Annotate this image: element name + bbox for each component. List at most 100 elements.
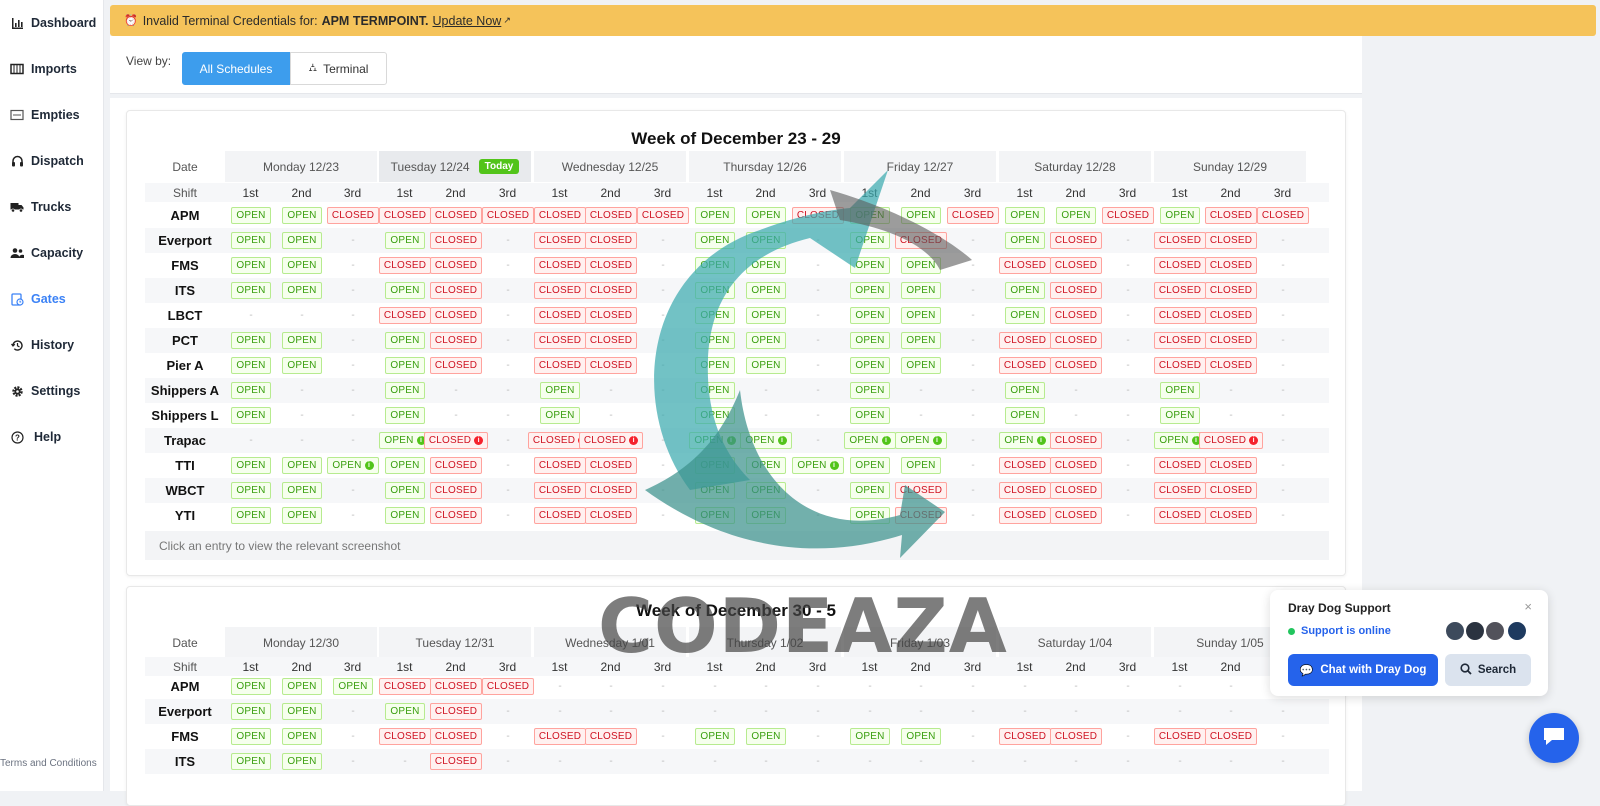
open-status-tag[interactable]: OPEN (695, 232, 735, 249)
open-status-tag[interactable]: OPEN (540, 407, 580, 424)
open-status-tag[interactable]: OPEN (231, 678, 271, 695)
closed-status-tag[interactable]: CLOSED (1153, 307, 1207, 324)
closed-status-tag[interactable]: CLOSED (533, 728, 587, 745)
closed-status-tag[interactable]: CLOSED (584, 457, 638, 474)
open-status-tag[interactable]: OPEN (695, 307, 735, 324)
open-status-tag[interactable]: OPEN (850, 728, 890, 745)
closed-status-tag[interactable]: CLOSED (429, 307, 483, 324)
open-status-tag[interactable]: OPEN (901, 257, 941, 274)
open-status-tag[interactable]: OPEN (850, 357, 890, 374)
open-status-tag[interactable]: OPEN (746, 482, 786, 499)
open-status-tag[interactable]: OPEN i (379, 432, 431, 449)
open-status-tag[interactable]: OPEN (695, 357, 735, 374)
open-status-tag[interactable]: OPEN i (1154, 432, 1206, 449)
open-status-tag[interactable]: OPEN (850, 332, 890, 349)
open-status-tag[interactable]: OPEN (695, 207, 735, 224)
open-status-tag[interactable]: OPEN (282, 728, 322, 745)
closed-status-tag[interactable]: CLOSED (1049, 507, 1103, 524)
closed-status-tag[interactable]: CLOSED (429, 507, 483, 524)
open-status-tag[interactable]: OPEN (850, 307, 890, 324)
open-status-tag[interactable]: OPEN (850, 507, 890, 524)
closed-status-tag[interactable]: CLOSED (1049, 307, 1103, 324)
open-status-tag[interactable]: OPEN (231, 357, 271, 374)
open-status-tag[interactable]: OPEN (540, 382, 580, 399)
open-status-tag[interactable]: OPEN (282, 282, 322, 299)
closed-status-tag[interactable]: CLOSED (1204, 507, 1258, 524)
open-status-tag[interactable]: OPEN (385, 232, 425, 249)
open-status-tag[interactable]: OPEN (231, 482, 271, 499)
open-status-tag[interactable]: OPEN (385, 482, 425, 499)
closed-status-tag[interactable]: CLOSED (998, 728, 1052, 745)
sidebar-item-imports[interactable]: Imports (0, 54, 104, 84)
sidebar-item-settings[interactable]: Settings (0, 376, 104, 406)
open-status-tag[interactable]: OPEN i (740, 432, 792, 449)
closed-status-tag[interactable]: CLOSED (481, 207, 535, 224)
open-status-tag[interactable]: OPEN (333, 678, 373, 695)
open-status-tag[interactable]: OPEN i (844, 432, 896, 449)
sidebar-item-capacity[interactable]: Capacity (0, 238, 104, 268)
open-status-tag[interactable]: OPEN (282, 703, 322, 720)
open-status-tag[interactable]: OPEN (1160, 382, 1200, 399)
chat-launcher-button[interactable] (1529, 713, 1579, 763)
open-status-tag[interactable]: OPEN (901, 332, 941, 349)
closed-status-tag[interactable]: CLOSED (1204, 332, 1258, 349)
open-status-tag[interactable]: OPEN (850, 232, 890, 249)
open-status-tag[interactable]: OPEN (695, 728, 735, 745)
closed-status-tag[interactable]: CLOSED (894, 482, 948, 499)
terms-link[interactable]: Terms and Conditions (0, 758, 97, 769)
closed-status-tag[interactable]: CLOSED (1101, 207, 1155, 224)
open-status-tag[interactable]: OPEN (901, 307, 941, 324)
closed-status-tag[interactable]: CLOSED (1204, 482, 1258, 499)
closed-status-tag[interactable]: CLOSED (998, 482, 1052, 499)
sidebar-item-history[interactable]: History (0, 330, 104, 360)
closed-status-tag[interactable]: CLOSED (429, 678, 483, 695)
closed-status-tag[interactable]: CLOSED (584, 332, 638, 349)
closed-status-tag[interactable]: CLOSED (429, 457, 483, 474)
open-status-tag[interactable]: OPEN i (689, 432, 741, 449)
open-status-tag[interactable]: OPEN (1160, 207, 1200, 224)
open-status-tag[interactable]: OPEN (282, 232, 322, 249)
open-status-tag[interactable]: OPEN (746, 507, 786, 524)
closed-status-tag[interactable]: CLOSED (1256, 207, 1310, 224)
open-status-tag[interactable]: OPEN (282, 753, 322, 770)
open-status-tag[interactable]: OPEN (850, 457, 890, 474)
closed-status-tag[interactable]: CLOSED (584, 482, 638, 499)
open-status-tag[interactable]: OPEN (695, 257, 735, 274)
closed-status-tag[interactable]: CLOSED (998, 457, 1052, 474)
open-status-tag[interactable]: OPEN (901, 457, 941, 474)
closed-status-tag[interactable]: CLOSED (429, 232, 483, 249)
closed-status-tag[interactable]: CLOSED (1153, 357, 1207, 374)
closed-status-tag[interactable]: CLOSED (1153, 232, 1207, 249)
closed-status-tag[interactable]: CLOSED (998, 357, 1052, 374)
closed-status-tag[interactable]: CLOSED (533, 307, 587, 324)
closed-status-tag[interactable]: CLOSED (894, 232, 948, 249)
closed-status-tag[interactable]: CLOSED (791, 207, 845, 224)
open-status-tag[interactable]: OPEN i (792, 457, 844, 474)
open-status-tag[interactable]: OPEN (746, 282, 786, 299)
open-status-tag[interactable]: OPEN (695, 332, 735, 349)
closed-status-tag[interactable]: CLOSED (1153, 257, 1207, 274)
closed-status-tag[interactable]: CLOSED (429, 332, 483, 349)
closed-status-tag[interactable]: CLOSED (378, 678, 432, 695)
open-status-tag[interactable]: OPEN (901, 207, 941, 224)
open-status-tag[interactable]: OPEN (385, 357, 425, 374)
open-status-tag[interactable]: OPEN (231, 457, 271, 474)
open-status-tag[interactable]: OPEN (746, 357, 786, 374)
closed-status-tag[interactable]: CLOSED (1204, 457, 1258, 474)
open-status-tag[interactable]: OPEN (385, 507, 425, 524)
closed-status-tag[interactable]: CLOSED (1049, 432, 1103, 449)
closed-status-tag[interactable]: CLOSED (533, 232, 587, 249)
closed-status-tag[interactable]: CLOSED (1049, 282, 1103, 299)
closed-status-tag[interactable]: CLOSED (1204, 282, 1258, 299)
search-button[interactable]: Search (1445, 654, 1531, 686)
open-status-tag[interactable]: OPEN (695, 382, 735, 399)
open-status-tag[interactable]: OPEN (850, 257, 890, 274)
sidebar-item-help[interactable]: ? Help (0, 422, 104, 452)
open-status-tag[interactable]: OPEN (695, 407, 735, 424)
open-status-tag[interactable]: OPEN (385, 382, 425, 399)
open-status-tag[interactable]: OPEN (231, 507, 271, 524)
close-icon[interactable]: × (1524, 599, 1532, 614)
open-status-tag[interactable]: OPEN (746, 207, 786, 224)
closed-status-tag[interactable]: CLOSED (1049, 357, 1103, 374)
open-status-tag[interactable]: OPEN (746, 307, 786, 324)
